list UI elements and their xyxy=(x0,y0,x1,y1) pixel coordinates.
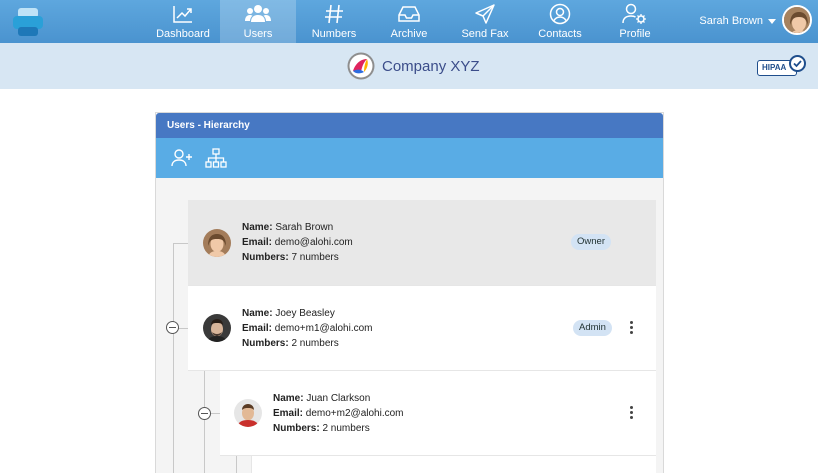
company-logo-icon xyxy=(347,52,375,80)
users-icon xyxy=(245,5,271,22)
hierarchy-icon[interactable] xyxy=(205,148,227,168)
user-card-admin[interactable]: Name: Joey Beasley Email: demo+m1@alohi.… xyxy=(188,286,656,371)
name-label: Name: xyxy=(242,222,273,233)
paper-plane-icon xyxy=(475,4,495,24)
nav-contacts[interactable]: Contacts xyxy=(522,0,598,43)
users-hierarchy-panel: Users - Hierarchy Name: Sarah Brown Emai… xyxy=(155,112,664,473)
checkmark-icon xyxy=(789,55,806,72)
nav-users-label: Users xyxy=(243,28,273,40)
user-name: Juan Clarkson xyxy=(306,393,371,404)
tree-line xyxy=(236,456,237,473)
tree-line xyxy=(173,243,188,244)
collapse-button[interactable] xyxy=(166,321,179,334)
user-info: Name: Joey Beasley Email: demo+m1@alohi.… xyxy=(242,306,373,351)
user-numbers: 2 numbers xyxy=(322,423,370,434)
panel-title: Users - Hierarchy xyxy=(156,113,663,138)
numbers-label: Numbers: xyxy=(273,423,320,434)
panel-toolbar xyxy=(156,138,663,178)
user-menu[interactable]: Sarah Brown xyxy=(688,0,818,43)
user-card-member[interactable]: Name: Juan Clarkson Email: demo+m2@alohi… xyxy=(220,371,656,456)
top-navigation-bar: Dashboard Users Numbers Archive Send Fax… xyxy=(0,0,818,43)
nav-archive[interactable]: Archive xyxy=(371,0,447,43)
numbers-label: Numbers: xyxy=(242,252,289,263)
company-name: Company XYZ xyxy=(382,58,480,75)
avatar xyxy=(234,399,262,427)
company-bar: Company XYZ HIPAA xyxy=(0,43,818,89)
more-options-icon[interactable] xyxy=(626,406,636,420)
name-label: Name: xyxy=(273,393,304,404)
email-label: Email: xyxy=(242,323,273,334)
user-gear-icon xyxy=(622,3,646,24)
user-info: Name: Juan Clarkson Email: demo+m2@alohi… xyxy=(273,391,404,436)
nav-profile-label: Profile xyxy=(619,28,651,40)
avatar[interactable] xyxy=(782,5,812,35)
tree-line xyxy=(173,243,174,473)
user-numbers: 7 numbers xyxy=(291,252,339,263)
nav-archive-label: Archive xyxy=(390,28,428,40)
user-email: demo+m2@alohi.com xyxy=(305,408,404,419)
hipaa-badge: HIPAA xyxy=(757,55,806,77)
nav-send-fax-label: Send Fax xyxy=(461,28,509,40)
avatar xyxy=(203,229,231,257)
hash-icon xyxy=(325,4,343,24)
nav-profile[interactable]: Profile xyxy=(597,0,673,43)
user-info: Name: Sarah Brown Email: demo@alohi.com … xyxy=(242,220,353,265)
tree-line xyxy=(204,371,205,473)
nav-numbers[interactable]: Numbers xyxy=(296,0,372,43)
nav-dashboard-label: Dashboard xyxy=(156,28,210,40)
hierarchy-tree: Name: Sarah Brown Email: demo@alohi.com … xyxy=(156,178,663,473)
more-options-icon[interactable] xyxy=(626,321,636,335)
role-badge: Admin xyxy=(573,320,612,336)
chart-line-icon xyxy=(173,6,192,23)
user-card-partial[interactable] xyxy=(251,456,656,473)
nav-numbers-label: Numbers xyxy=(311,28,357,40)
chevron-down-icon xyxy=(768,19,776,24)
nav-dashboard[interactable]: Dashboard xyxy=(145,0,221,43)
user-card-owner[interactable]: Name: Sarah Brown Email: demo@alohi.com … xyxy=(188,200,656,286)
user-email: demo+m1@alohi.com xyxy=(274,323,373,334)
user-email: demo@alohi.com xyxy=(274,237,353,248)
email-label: Email: xyxy=(242,237,273,248)
nav-send-fax[interactable]: Send Fax xyxy=(447,0,523,43)
user-name: Sarah Brown xyxy=(699,15,763,27)
user-circle-icon xyxy=(549,3,571,25)
name-label: Name: xyxy=(242,308,273,319)
collapse-button[interactable] xyxy=(198,407,211,420)
email-label: Email: xyxy=(273,408,304,419)
app-logo-icon[interactable] xyxy=(12,6,44,38)
nav-contacts-label: Contacts xyxy=(538,28,582,40)
avatar xyxy=(203,314,231,342)
numbers-label: Numbers: xyxy=(242,338,289,349)
inbox-icon xyxy=(398,6,420,22)
user-numbers: 2 numbers xyxy=(291,338,339,349)
nav-users[interactable]: Users xyxy=(220,0,296,43)
add-user-icon[interactable] xyxy=(171,148,193,168)
user-name: Joey Beasley xyxy=(275,308,335,319)
user-name: Sarah Brown xyxy=(275,222,334,233)
role-badge: Owner xyxy=(571,234,611,250)
